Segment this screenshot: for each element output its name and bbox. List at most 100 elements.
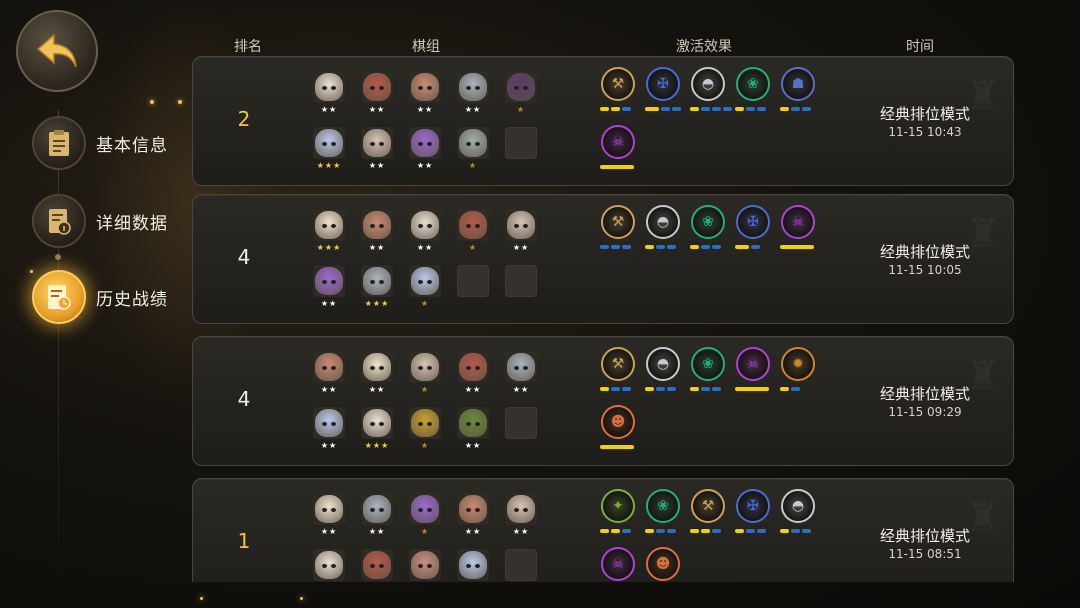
rank-value: 2 — [237, 107, 251, 131]
chess-piece[interactable] — [313, 493, 345, 525]
match-row[interactable]: ♜2★★★★★★★★★★★★★★★★★⚒✠◓❀☗☠经典排位模式11-15 10:… — [192, 56, 1014, 186]
synergy-level-bar — [600, 445, 634, 449]
chess-piece[interactable] — [313, 127, 345, 159]
star-rating: ★★★ — [316, 243, 342, 252]
beast-icon[interactable]: ☻ — [601, 405, 635, 439]
chess-piece[interactable] — [457, 549, 489, 581]
chess-piece[interactable] — [361, 549, 393, 581]
synergy-level-bar — [690, 245, 721, 249]
game-mode: 经典排位模式 — [879, 527, 970, 545]
axe-icon[interactable]: ⚒ — [601, 205, 635, 239]
sidebar-item-history[interactable]: 历史战绩 — [32, 270, 168, 324]
chess-piece[interactable] — [313, 549, 345, 581]
chess-piece[interactable] — [361, 71, 393, 103]
demon-icon[interactable]: ☠ — [601, 547, 635, 581]
synergy-level-bar — [645, 387, 676, 391]
chess-piece[interactable] — [505, 71, 537, 103]
chess-piece[interactable] — [313, 265, 345, 297]
chess-piece[interactable] — [361, 407, 393, 439]
axe-icon[interactable]: ⚒ — [691, 489, 725, 523]
mask-icon[interactable]: ☗ — [781, 67, 815, 101]
chess-piece[interactable] — [409, 209, 441, 241]
chess-piece[interactable] — [457, 351, 489, 383]
chess-piece[interactable] — [313, 209, 345, 241]
rank-value: 4 — [237, 245, 251, 269]
chess-piece[interactable] — [409, 407, 441, 439]
sidebar-item-detailed-data[interactable]: 详细数据 — [32, 194, 168, 248]
paw-icon[interactable]: ❀ — [646, 489, 680, 523]
chess-piece[interactable] — [457, 407, 489, 439]
chess-piece[interactable] — [457, 493, 489, 525]
paw-icon[interactable]: ❀ — [691, 205, 725, 239]
star-rating: ★★ — [320, 441, 338, 450]
chess-piece[interactable] — [457, 71, 489, 103]
demon-icon[interactable]: ☠ — [601, 125, 635, 159]
helmet-icon[interactable]: ◓ — [646, 205, 680, 239]
chess-piece[interactable] — [409, 71, 441, 103]
chess-piece[interactable] — [313, 407, 345, 439]
chess-piece[interactable] — [409, 351, 441, 383]
chess-piece[interactable] — [505, 209, 537, 241]
sparkle — [200, 597, 203, 600]
chess-piece[interactable] — [505, 351, 537, 383]
fish-icon[interactable]: ✠ — [736, 489, 770, 523]
sidebar: 基本信息 详细数据 历史战绩 — [0, 0, 190, 608]
sidebar-item-basic-info[interactable]: 基本信息 — [32, 116, 168, 170]
chess-piece[interactable] — [313, 351, 345, 383]
beast-icon[interactable]: ☻ — [646, 547, 680, 581]
chess-piece[interactable] — [313, 71, 345, 103]
header-time: 时间 — [906, 39, 934, 55]
synergy-level-bar — [645, 245, 676, 249]
sparkle — [300, 597, 303, 600]
demon-icon[interactable]: ☠ — [736, 347, 770, 381]
sidebar-item-label: 历史战绩 — [96, 289, 168, 310]
chess-piece[interactable] — [361, 351, 393, 383]
synergy-level-bar — [735, 107, 766, 111]
match-row[interactable]: ♜4★★★★★★★★★★★★★★★★★⚒◓❀☠✹☻经典排位模式11-15 09:… — [192, 336, 1014, 466]
star-rating: ★★ — [512, 527, 530, 536]
helmet-icon[interactable]: ◓ — [646, 347, 680, 381]
synergy-level-bar — [690, 107, 732, 111]
gear-icon[interactable]: ✹ — [781, 347, 815, 381]
game-mode: 经典排位模式 — [879, 243, 970, 261]
chess-piece[interactable] — [409, 493, 441, 525]
sidebar-item-label: 详细数据 — [96, 213, 168, 234]
game-mode: 经典排位模式 — [879, 385, 970, 403]
chess-piece[interactable] — [457, 127, 489, 159]
chess-piece[interactable] — [361, 265, 393, 297]
back-button[interactable] — [16, 10, 98, 92]
chess-piece[interactable] — [409, 127, 441, 159]
chess-piece[interactable] — [457, 209, 489, 241]
synergy-level-bar — [600, 529, 631, 533]
match-list[interactable]: ♜2★★★★★★★★★★★★★★★★★⚒✠◓❀☗☠经典排位模式11-15 10:… — [190, 56, 1016, 582]
fish-icon[interactable]: ✠ — [646, 67, 680, 101]
paw-icon[interactable]: ❀ — [691, 347, 725, 381]
paw-icon[interactable]: ❀ — [736, 67, 770, 101]
synergy-level-bar — [600, 107, 631, 111]
troll-icon[interactable]: ✦ — [601, 489, 635, 523]
star-rating: ★★★ — [364, 441, 390, 450]
axe-icon[interactable]: ⚒ — [601, 67, 635, 101]
chess-piece[interactable] — [505, 493, 537, 525]
fish-icon[interactable]: ✠ — [736, 205, 770, 239]
star-rating: ★★★ — [364, 299, 390, 308]
helmet-icon[interactable]: ◓ — [691, 67, 725, 101]
chess-piece[interactable] — [409, 265, 441, 297]
axe-icon[interactable]: ⚒ — [601, 347, 635, 381]
synergy-level-bar — [735, 529, 766, 533]
demon-icon[interactable]: ☠ — [781, 205, 815, 239]
chess-piece[interactable] — [361, 209, 393, 241]
match-row[interactable]: ♜1★★★★★★★★★★★★★★★★★✦❀⚒✠◓☠☻经典排位模式11-15 08… — [192, 478, 1014, 582]
star-rating: ★★ — [416, 105, 434, 114]
synergy-level-bar — [600, 165, 634, 169]
chess-piece[interactable] — [361, 127, 393, 159]
helmet-icon[interactable]: ◓ — [781, 489, 815, 523]
back-arrow-icon — [36, 33, 77, 68]
chess-piece[interactable] — [409, 549, 441, 581]
chess-piece[interactable] — [361, 493, 393, 525]
match-row[interactable]: ♜4★★★★★★★★★★★★★★★★⚒◓❀✠☠经典排位模式11-15 10:05 — [192, 194, 1014, 324]
star-rating: ★ — [420, 527, 430, 536]
nav-line — [58, 110, 59, 608]
star-rating: ★★ — [320, 385, 338, 394]
star-rating: ★★ — [464, 105, 482, 114]
